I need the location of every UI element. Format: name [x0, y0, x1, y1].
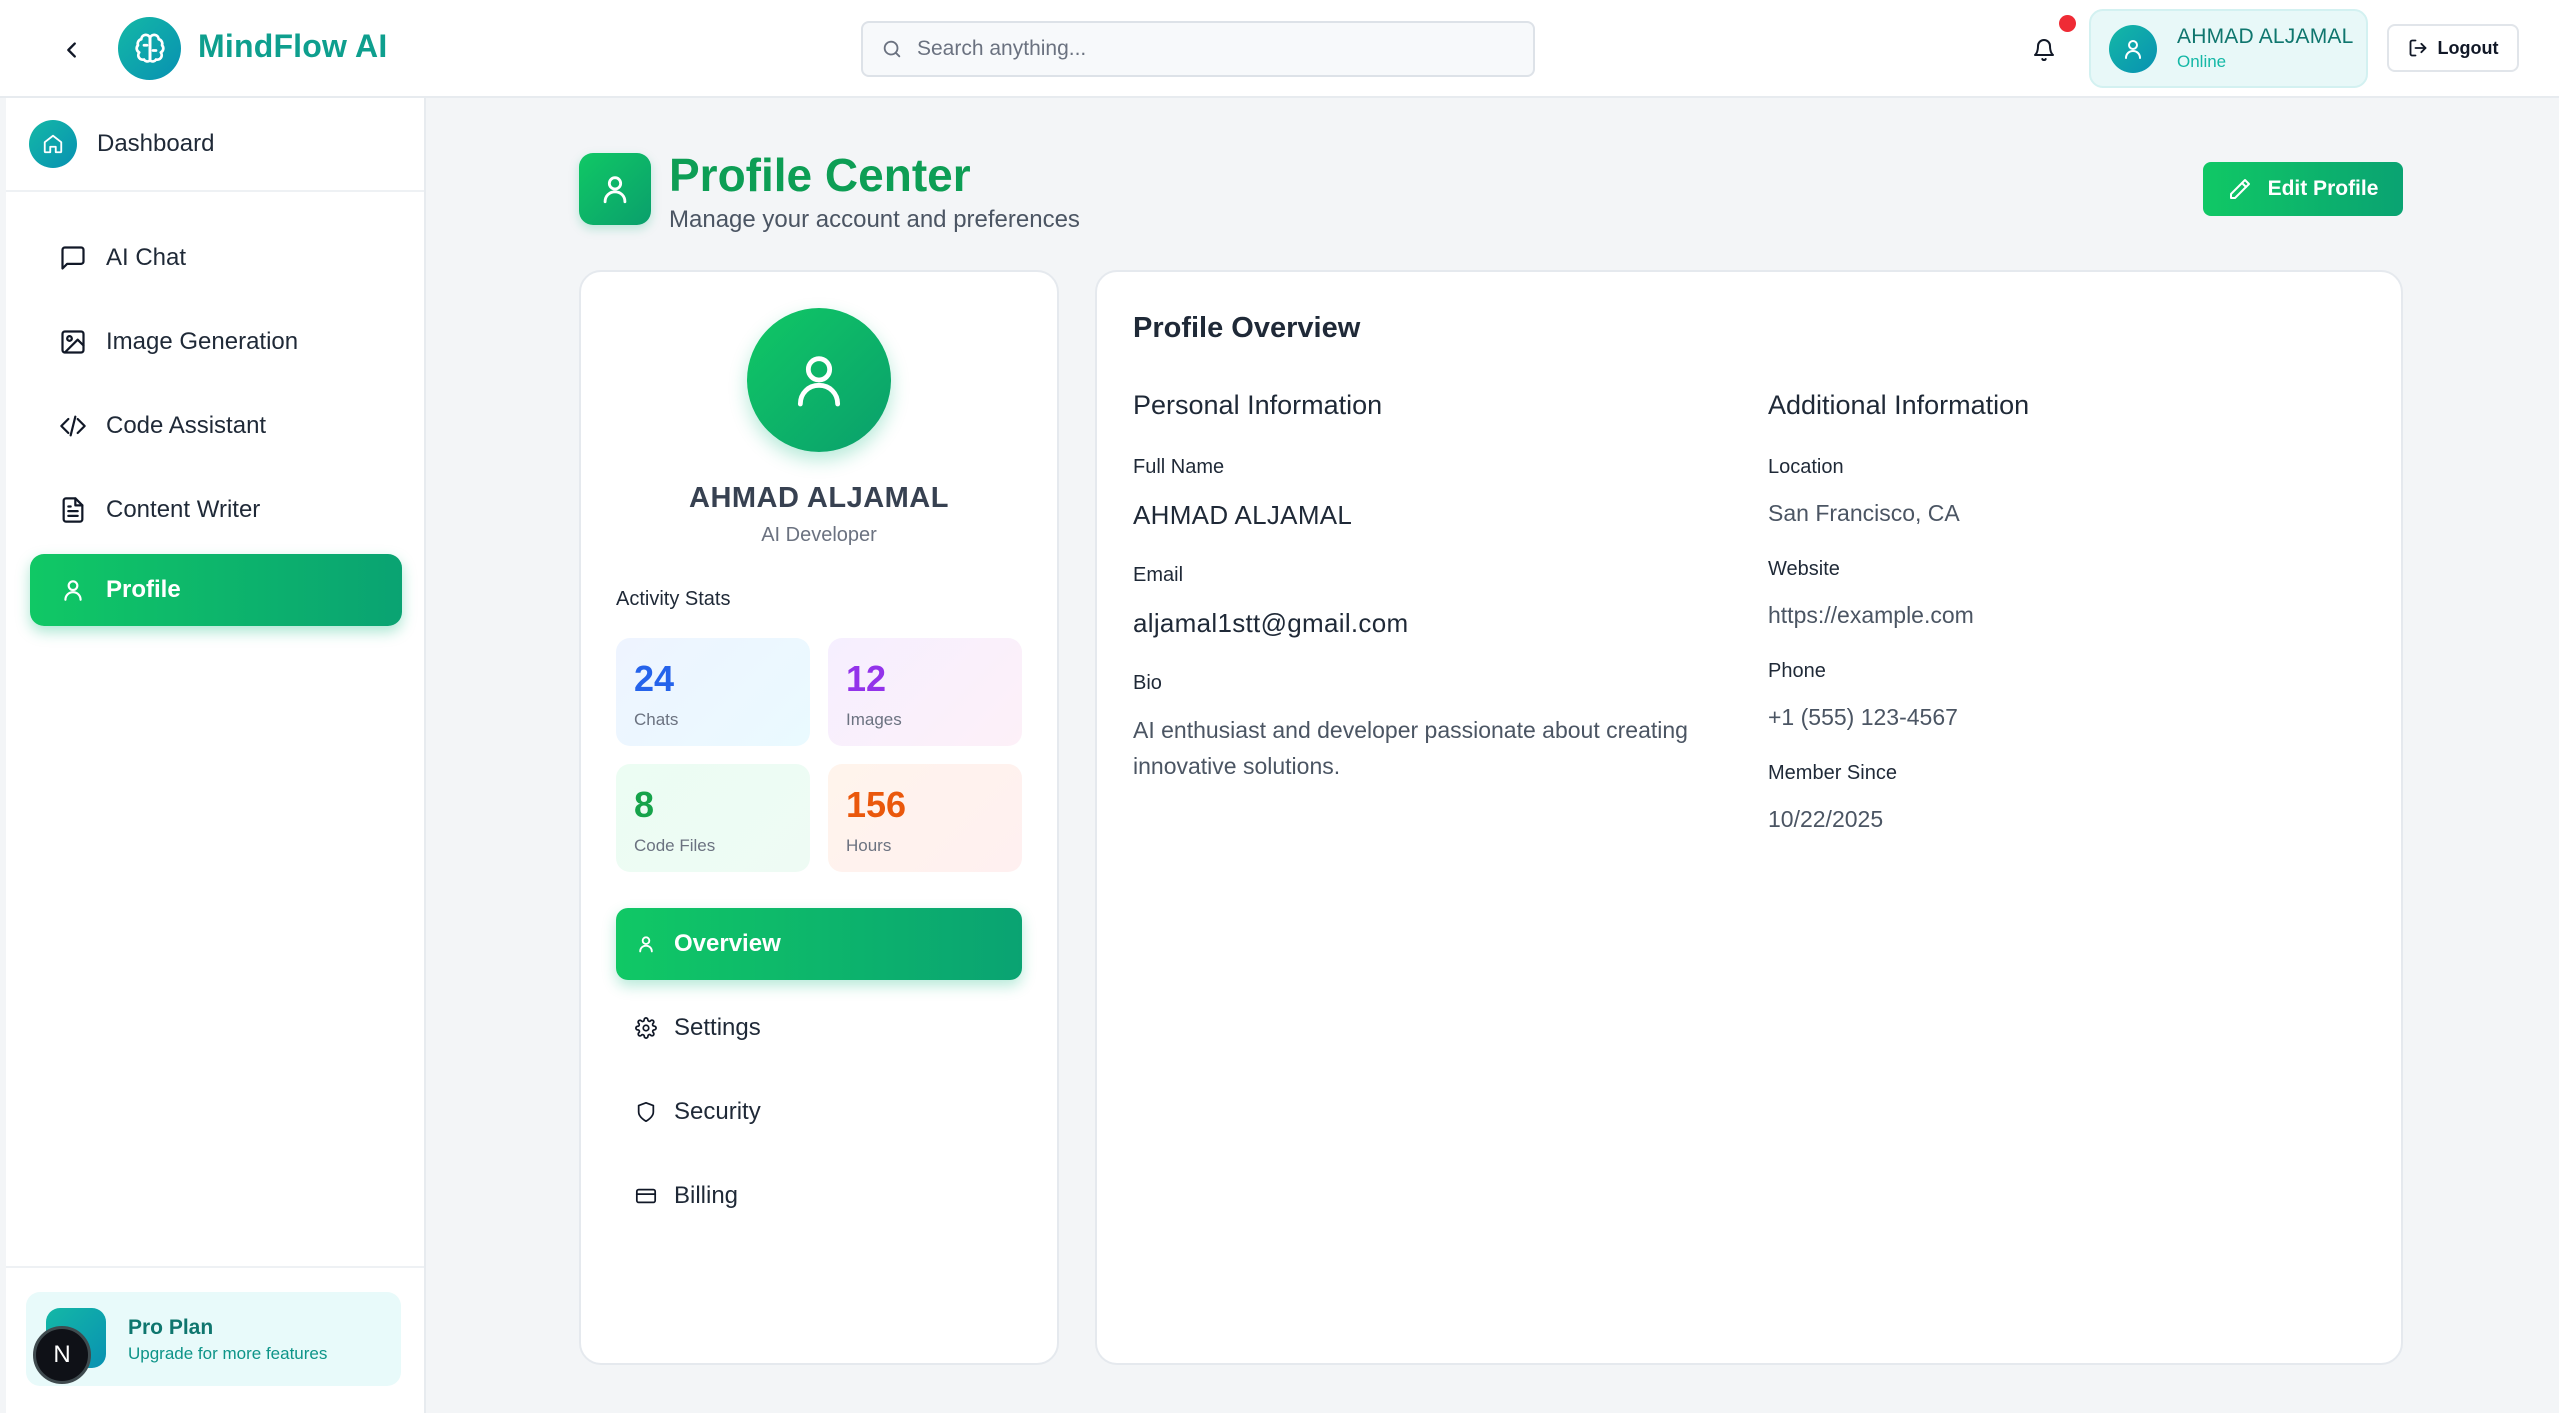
sidebar-item-label: Profile — [106, 576, 181, 603]
location-value: San Francisco, CA — [1768, 500, 1960, 526]
stat-chats: 24 Chats — [616, 638, 810, 746]
sidebar-item-label: Code Assistant — [106, 412, 267, 439]
email-value: aljamal1stt@gmail.com — [1133, 608, 1409, 638]
search-icon — [881, 38, 903, 60]
stat-images: 12 Images — [828, 638, 1022, 746]
user-menu[interactable]: AHMAD ALJAMAL Online — [2089, 9, 2368, 88]
sidebar-item-label: Content Writer — [106, 496, 261, 523]
brand-name: MindFlow AI — [198, 28, 388, 64]
sidebar-item-code-assistant[interactable]: Code Assistant — [30, 390, 402, 462]
member-since-value: 10/22/2025 — [1768, 806, 1884, 832]
full-name-label: Full Name — [1133, 456, 1225, 478]
website-label: Website — [1768, 558, 1840, 580]
sidebar-item-content-writer[interactable]: Content Writer — [30, 474, 402, 546]
sidebar-item-profile[interactable]: Profile — [30, 554, 402, 626]
notifications-button[interactable] — [2026, 32, 2062, 68]
search-bar[interactable] — [861, 21, 1535, 77]
logo[interactable] — [118, 17, 181, 80]
stat-hours: 156 Hours — [828, 764, 1022, 872]
member-since-label: Member Since — [1768, 762, 1897, 784]
dev-tools-badge[interactable]: N — [33, 1326, 91, 1384]
stat-label: Hours — [846, 836, 892, 855]
avatar — [2109, 24, 2157, 73]
pro-plan-title: Pro Plan — [128, 1316, 214, 1339]
logout-icon — [2409, 39, 2426, 57]
credit-card-icon — [634, 1184, 658, 1208]
image-icon — [58, 327, 88, 357]
page-title: Profile Center — [669, 149, 971, 201]
profile-role: AI Developer — [761, 524, 877, 546]
bell-icon — [2034, 39, 2054, 62]
tab-label: Billing — [674, 1182, 739, 1209]
pro-plan-subtitle: Upgrade for more features — [128, 1344, 328, 1363]
bio-value: AI enthusiast and developer passionate a… — [1133, 717, 1688, 779]
sidebar-item-label: Dashboard — [97, 130, 215, 157]
back-button[interactable] — [52, 30, 92, 70]
home-icon — [29, 120, 77, 168]
sidebar-item-dashboard[interactable]: Dashboard — [6, 98, 424, 192]
user-icon — [603, 176, 627, 204]
stat-code-files: 8 Code Files — [616, 764, 810, 872]
code-icon — [58, 411, 88, 441]
stat-label: Chats — [634, 710, 679, 729]
file-text-icon — [58, 495, 88, 525]
user-icon — [2125, 39, 2141, 59]
overview-title: Profile Overview — [1133, 312, 1361, 344]
full-name-value: AHMAD ALJAMAL — [1133, 500, 1353, 530]
phone-label: Phone — [1768, 660, 1826, 682]
shield-icon — [634, 1100, 658, 1124]
message-square-icon — [58, 243, 88, 273]
personal-info-title: Personal Information — [1133, 390, 1383, 420]
additional-info-title: Additional Information — [1768, 390, 2030, 420]
user-name: AHMAD ALJAMAL — [2177, 25, 2354, 48]
logout-button[interactable]: Logout — [2387, 24, 2519, 72]
sidebar-item-image-generation[interactable]: Image Generation — [30, 306, 402, 378]
stat-value: 24 — [634, 658, 675, 699]
edit-profile-label: Edit Profile — [2267, 177, 2379, 200]
page-subtitle: Manage your account and preferences — [669, 206, 1080, 233]
sidebar-item-label: AI Chat — [106, 244, 187, 271]
email-label: Email — [1133, 564, 1184, 586]
user-status: Online — [2177, 52, 2227, 71]
edit-profile-button[interactable]: Edit Profile — [2203, 162, 2403, 216]
brain-icon — [134, 33, 165, 63]
sidebar: Dashboard AI Chat Image Generation Code … — [6, 98, 426, 1413]
stat-value: 12 — [846, 658, 887, 699]
pencil-icon — [2229, 179, 2250, 199]
sidebar-item-label: Image Generation — [106, 328, 299, 355]
stat-label: Images — [846, 710, 902, 729]
tab-overview[interactable]: Overview — [616, 908, 1022, 980]
top-bar: MindFlow AI AHMAD ALJAMAL Online Logout — [0, 0, 2559, 98]
bio-label: Bio — [1133, 672, 1162, 694]
page-icon — [579, 153, 651, 225]
gear-icon — [634, 1016, 658, 1040]
tab-security[interactable]: Security — [616, 1076, 1022, 1148]
activity-stats-title: Activity Stats — [616, 588, 731, 610]
profile-name: AHMAD ALJAMAL — [689, 482, 949, 514]
stat-label: Code Files — [634, 836, 716, 855]
stat-value: 8 — [634, 784, 655, 825]
stat-value: 156 — [846, 784, 907, 825]
tab-label: Overview — [674, 930, 781, 957]
search-input[interactable] — [917, 37, 1477, 61]
profile-card: AHMAD ALJAMAL AI Developer Activity Stat… — [579, 270, 1059, 1365]
user-icon — [58, 575, 88, 605]
tab-settings[interactable]: Settings — [616, 992, 1022, 1064]
phone-value: +1 (555) 123-4567 — [1768, 704, 1958, 730]
profile-overview-card: Profile Overview Personal Information Fu… — [1095, 270, 2403, 1365]
website-value[interactable]: https://example.com — [1768, 602, 1974, 629]
logout-label: Logout — [2437, 37, 2499, 58]
tab-label: Settings — [674, 1014, 761, 1041]
sidebar-item-ai-chat[interactable]: AI Chat — [30, 222, 402, 294]
user-icon — [797, 356, 841, 407]
chevron-left-icon — [67, 42, 76, 58]
user-icon — [634, 932, 658, 956]
tab-label: Security — [674, 1098, 761, 1125]
tab-billing[interactable]: Billing — [616, 1160, 1022, 1232]
notification-badge — [2059, 15, 2076, 32]
location-label: Location — [1768, 456, 1844, 478]
avatar — [747, 308, 891, 452]
